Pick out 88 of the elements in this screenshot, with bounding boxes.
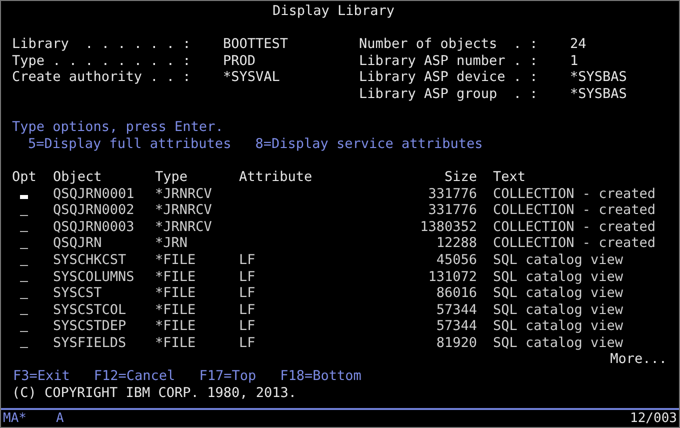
field-value: 24 (570, 36, 586, 53)
option-input[interactable] (20, 280, 28, 282)
table-cell: 131072 (428, 268, 477, 284)
table-cell: LF (239, 252, 256, 268)
column-header: Attribute (239, 168, 312, 185)
status-indicator: A (56, 410, 64, 427)
column-header: Opt (12, 168, 36, 185)
table-cell: *FILE (155, 334, 196, 351)
function-key-legend: F12=Cancel (94, 368, 176, 385)
table-cell: SQL catalog view (493, 268, 624, 284)
column-header: Size (444, 168, 477, 185)
table-cell: COLLECTION - created (493, 235, 656, 252)
field-label: Library ASP group . : (359, 86, 538, 103)
field-value: PROD (223, 52, 256, 70)
table-cell: QSQJRN0003 (53, 218, 134, 235)
field-value: *SYSBAS (570, 86, 627, 103)
function-key-legend: F18=Bottom (280, 368, 362, 385)
field-label: Library . . . . . . : (12, 36, 191, 53)
column-header: Text (493, 168, 526, 185)
table-cell: LF (239, 334, 256, 351)
table-cell: LF (239, 318, 256, 334)
table-cell: SYSFIELDS (53, 334, 126, 351)
table-cell: *JRN (155, 235, 188, 252)
function-key-legend: F3=Exit (13, 368, 70, 385)
table-cell: 86016 (436, 285, 477, 302)
status-mode: MA* (3, 410, 28, 427)
field-label: Create authority . . : (12, 69, 191, 86)
table-cell: 12288 (436, 235, 477, 252)
table-cell: COLLECTION - created (493, 218, 656, 235)
option-input[interactable] (20, 330, 28, 332)
table-cell: SYSCHKCST (53, 252, 126, 268)
table-cell: *FILE (155, 268, 196, 284)
column-header: Type (155, 168, 188, 185)
field-value: BOOTTEST (223, 36, 288, 53)
table-cell: SQL catalog view (493, 302, 624, 318)
table-cell: LF (239, 285, 256, 302)
table-cell: *FILE (155, 252, 196, 268)
table-cell: *FILE (155, 302, 196, 318)
table-cell: SQL catalog view (493, 252, 624, 268)
table-cell: LF (239, 302, 256, 318)
table-cell: COLLECTION - created (493, 186, 656, 202)
option-input[interactable] (20, 195, 28, 200)
table-cell: QSQJRN0002 (53, 202, 134, 218)
screen-title: Display Library (272, 3, 394, 20)
table-cell: QSQJRN (53, 235, 102, 252)
table-cell: SQL catalog view (493, 285, 624, 302)
table-cell: *JRNRCV (155, 218, 212, 235)
table-cell: QSQJRN0001 (53, 186, 134, 202)
cursor-position: 12/003 (630, 410, 677, 427)
table-cell: 57344 (436, 302, 477, 318)
field-label: Library ASP number . : (359, 52, 538, 70)
option-legend: 8=Display service attributes (255, 136, 483, 152)
field-value: *SYSVAL (223, 69, 280, 86)
table-cell: SYSCSTCOL (53, 302, 126, 318)
field-label: Library ASP device . : (359, 69, 538, 86)
table-cell: *JRNRCV (155, 202, 212, 218)
table-cell: SYSCSTDEP (53, 318, 126, 334)
option-input[interactable] (20, 230, 28, 232)
table-cell: SYSCOLUMNS (53, 268, 134, 284)
table-cell: SQL catalog view (493, 334, 624, 351)
table-cell: *FILE (155, 318, 196, 334)
column-header: Object (53, 168, 102, 185)
table-cell: *FILE (155, 285, 196, 302)
more-indicator: More... (610, 351, 667, 368)
option-input[interactable] (20, 346, 28, 348)
message-line: (C) COPYRIGHT IBM CORP. 1980, 2013. (12, 384, 296, 402)
table-cell: 331776 (428, 202, 477, 218)
table-cell: COLLECTION - created (493, 202, 656, 218)
option-input[interactable] (20, 296, 28, 299)
option-input[interactable] (20, 246, 28, 249)
field-value: *SYSBAS (570, 69, 627, 86)
table-cell: 57344 (436, 318, 477, 334)
option-legend: 5=Display full attributes (28, 136, 232, 152)
table-cell: 331776 (428, 186, 477, 202)
table-cell: 1380352 (420, 218, 477, 235)
option-input[interactable] (20, 313, 28, 316)
function-key-legend: F17=Top (199, 368, 256, 385)
field-label: Type . . . . . . . . : (12, 52, 191, 70)
table-cell: *JRNRCV (155, 186, 212, 202)
table-cell: LF (239, 268, 256, 284)
field-label: Number of objects . : (359, 36, 538, 53)
table-cell: 81920 (436, 334, 477, 351)
field-value: 1 (570, 52, 578, 70)
instructions: Type options, press Enter. (12, 119, 224, 136)
table-cell: SYSCST (53, 285, 102, 302)
table-cell: SQL catalog view (493, 318, 624, 334)
table-cell: 45056 (436, 252, 477, 268)
option-input[interactable] (20, 214, 28, 216)
